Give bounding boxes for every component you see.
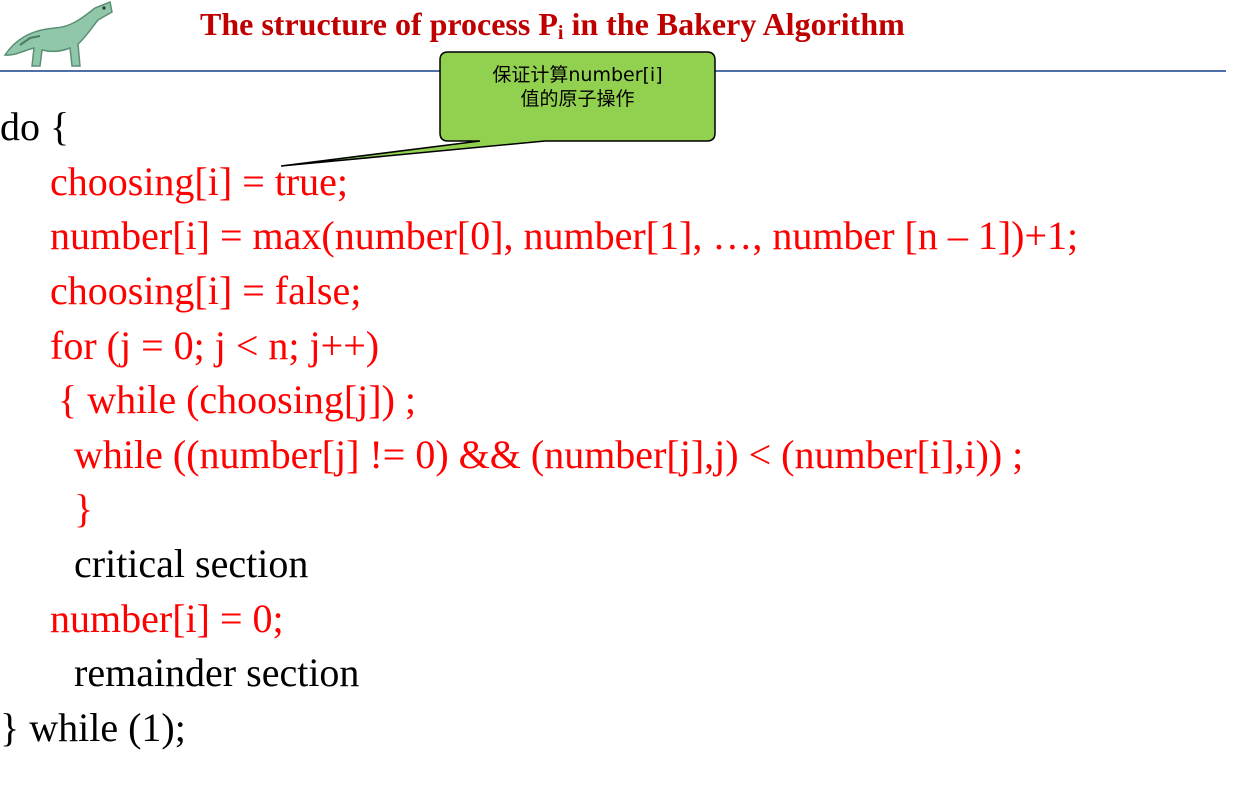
code-line-do: do { xyxy=(0,104,70,149)
code-block: do { choosing[i] = true; number[i] = max… xyxy=(0,0,1236,803)
code-line-while-choosing: { while (choosing[j]) ; xyxy=(58,377,417,422)
code-line-close-brace: } xyxy=(74,486,94,531)
code-line-choosing-false: choosing[i] = false; xyxy=(50,268,362,313)
code-line-choosing-true: choosing[i] = true; xyxy=(50,159,349,204)
code-line-number-max: number[i] = max(number[0], number[1], …,… xyxy=(50,213,1079,258)
code-line-while-end: } while (1); xyxy=(0,705,186,750)
code-line-critical-section: critical section xyxy=(74,541,309,586)
code-line-number-zero: number[i] = 0; xyxy=(50,596,284,641)
code-line-remainder-section: remainder section xyxy=(74,650,360,695)
code-line-for-loop: for (j = 0; j < n; j++) xyxy=(50,323,380,368)
code-line-while-number: while ((number[j] != 0) && (number[j],j)… xyxy=(74,432,1024,477)
